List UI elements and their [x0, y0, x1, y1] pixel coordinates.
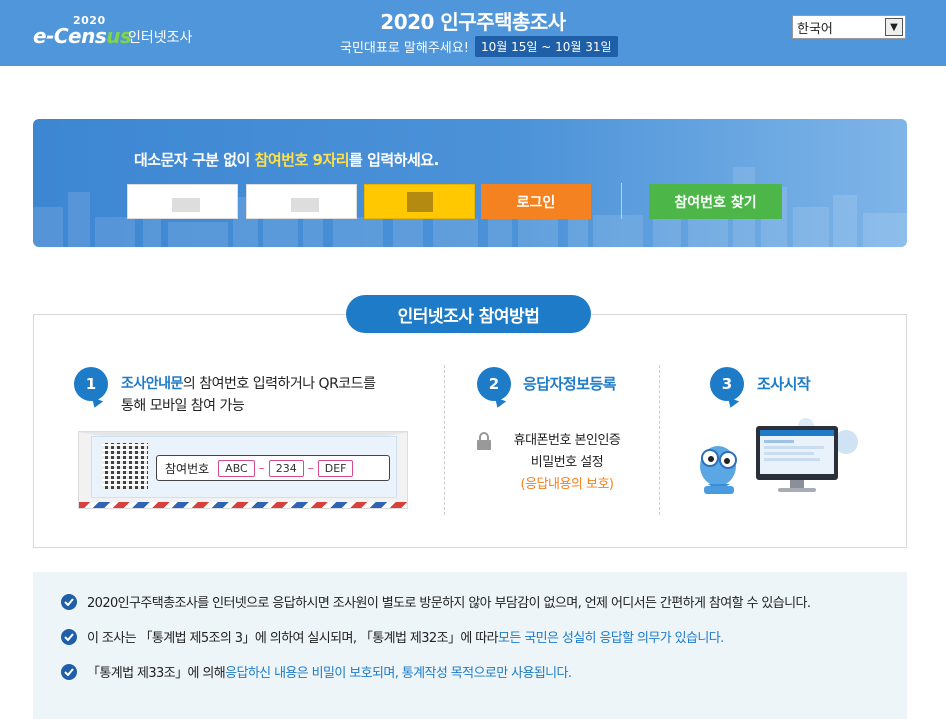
lock-icon: [477, 432, 491, 450]
step-3-title: 조사시작: [757, 375, 811, 393]
qr-pattern: [102, 443, 148, 489]
notice-panel: 2020인구주택총조사를 인터넷으로 응답하시면 조사원이 별도로 방문하지 않…: [33, 572, 907, 719]
divider: [621, 183, 622, 219]
notice-item: 2020인구주택총조사를 인터넷으로 응답하시면 조사원이 별도로 방문하지 않…: [61, 592, 811, 611]
step-2-badge: 2: [477, 367, 511, 401]
check-circle-icon: [61, 663, 77, 680]
site-header: 2020 e-Census 인터넷조사 2020 인구주택총조사 국민대표로 말…: [0, 0, 946, 66]
step-3-badge: 3: [710, 367, 744, 401]
code-part-3: DEF: [317, 459, 354, 477]
login-instruction: 대소문자 구분 없이 참여번호 9자리를 입력하세요.: [134, 151, 439, 169]
masked-value: [291, 198, 319, 212]
slogan-text: 국민대표로 말해주세요!: [340, 41, 469, 56]
step-divider: [444, 365, 445, 515]
find-code-button[interactable]: 참여번호 찾기: [649, 184, 782, 219]
masked-value: [407, 192, 433, 212]
sample-code-box: 참여번호 ABC – 234 – DEF: [156, 455, 390, 481]
notice-item: 「통계법 제33조」에 의해 응답하신 내용은 비밀이 보호되며, 통계작성 목…: [61, 662, 572, 681]
step-1-badge: 1: [74, 367, 108, 401]
code-input-3[interactable]: [364, 184, 475, 219]
check-circle-icon: [61, 593, 77, 610]
method-title: 인터넷조사 참여방법: [346, 295, 591, 333]
code-separator: –: [258, 461, 265, 475]
envelope-illustration: 참여번호 ABC – 234 – DEF: [78, 431, 408, 509]
step-divider: [659, 365, 660, 515]
chevron-down-icon[interactable]: ▼: [885, 18, 903, 36]
survey-period-badge: 10월 15일 ~ 10월 31일: [474, 36, 618, 57]
login-button[interactable]: 로그인: [481, 184, 591, 219]
step-2-title: 응답자정보등록: [523, 375, 617, 393]
code-part-2: 234: [268, 459, 304, 477]
code-part-1: ABC: [218, 459, 255, 477]
header-slogan: 국민대표로 말해주세요! 10월 15일 ~ 10월 31일: [340, 36, 618, 57]
login-banner: 대소문자 구분 없이 참여번호 9자리를 입력하세요. 로그인 참여번호 찾기: [33, 119, 907, 247]
notice-card: 참여번호 ABC – 234 – DEF: [91, 436, 397, 498]
step-1-text: 조사안내문의 참여번호 입력하거나 QR코드를 통해 모바일 참여 가능: [121, 376, 376, 414]
code-input-1[interactable]: [127, 184, 238, 219]
masked-value: [172, 198, 200, 212]
step-2-text: 휴대폰번호 본인인증 비밀번호 설정 (응답내용의 보호): [513, 433, 621, 492]
code-label: 참여번호: [165, 461, 210, 476]
language-selected: 한국어: [797, 21, 833, 37]
check-circle-icon: [61, 628, 77, 645]
computer-mascot-illustration: [700, 418, 858, 494]
language-select[interactable]: 한국어 ▼: [792, 15, 906, 39]
notice-item: 이 조사는 「통계법 제5조의 3」에 의하여 실시되며, 「통계법 제32조」…: [61, 627, 724, 646]
code-separator: –: [307, 461, 314, 475]
code-input-2[interactable]: [246, 184, 357, 219]
airmail-stripe: [79, 502, 407, 508]
